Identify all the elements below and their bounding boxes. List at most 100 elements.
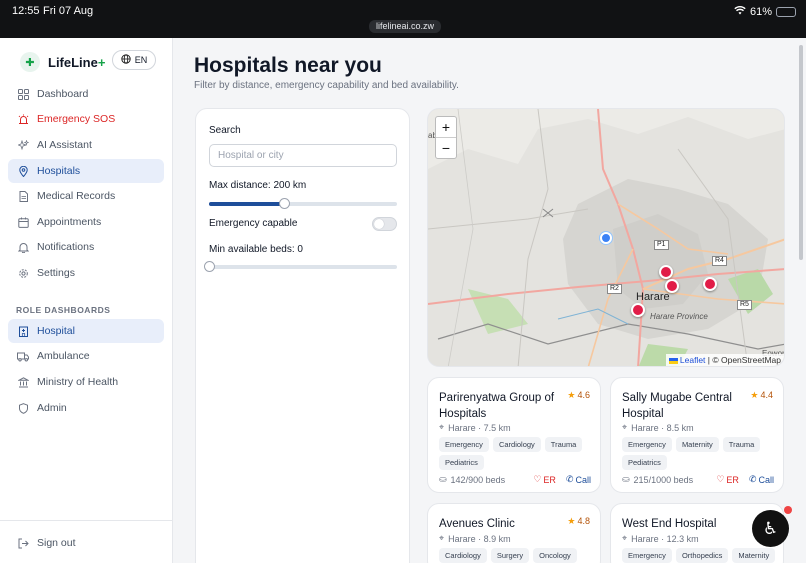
beds-slider-thumb[interactable] bbox=[204, 261, 215, 272]
sidebar-item-ambulance[interactable]: Ambulance bbox=[8, 344, 164, 368]
sidebar-item-ministry-of-health[interactable]: Ministry of Health bbox=[8, 370, 164, 394]
map-pin-icon: ⌖ bbox=[622, 422, 628, 432]
beds-available: ⛀ 142/900 beds bbox=[439, 474, 506, 485]
page-title: Hospitals near you bbox=[194, 54, 382, 77]
sidebar-item-label: Admin bbox=[37, 402, 67, 414]
hospital-marker[interactable] bbox=[659, 265, 673, 279]
sidebar-item-notifications[interactable]: Notifications bbox=[8, 235, 164, 259]
sidebar-item-label: Settings bbox=[37, 267, 75, 279]
bell-icon bbox=[17, 241, 29, 253]
hospital-marker[interactable] bbox=[631, 303, 645, 317]
hospital-location: ⌖ Harare · 8.9 km bbox=[439, 533, 511, 544]
hospital-location: ⌖ Harare · 12.3 km bbox=[622, 533, 699, 544]
map-city-label: Harare bbox=[636, 291, 670, 303]
road-label-r5: R5 bbox=[737, 300, 752, 310]
sidebar-item-label: Ministry of Health bbox=[37, 376, 119, 388]
toggle-knob bbox=[374, 219, 384, 229]
osm-attribution[interactable]: © OpenStreetMap bbox=[712, 355, 781, 365]
building-icon bbox=[17, 325, 29, 337]
logout-icon bbox=[17, 537, 29, 549]
landmark-icon bbox=[17, 376, 29, 388]
er-badge: ♡ ER bbox=[533, 474, 556, 485]
sign-out-label: Sign out bbox=[37, 537, 76, 549]
truck-icon bbox=[17, 350, 29, 362]
sidebar-item-label: Notifications bbox=[37, 241, 95, 253]
call-button[interactable]: ✆ Call bbox=[566, 474, 591, 485]
sidebar-item-label: AI Assistant bbox=[37, 139, 92, 151]
specialty-tag: Oncology bbox=[533, 548, 577, 563]
emergency-toggle[interactable] bbox=[372, 217, 397, 231]
star-icon: ★ bbox=[567, 516, 576, 526]
search-input[interactable] bbox=[209, 144, 397, 167]
distance-slider-thumb[interactable] bbox=[279, 198, 291, 209]
sidebar-item-label: Medical Records bbox=[37, 190, 116, 202]
road-label-p1: P1 bbox=[654, 240, 669, 250]
zoom-out-button[interactable]: − bbox=[436, 137, 456, 157]
distance-slider[interactable] bbox=[209, 198, 397, 209]
hospital-name: Avenues Clinic bbox=[439, 518, 515, 530]
beds-label: Min available beds: 0 bbox=[209, 244, 303, 255]
road-label-r2: R2 bbox=[607, 284, 622, 294]
hospital-card[interactable]: Sally Mugabe Central Hospital ★ 4.4 ⌖ Hara… bbox=[610, 377, 784, 493]
sign-out-button[interactable]: Sign out bbox=[8, 531, 164, 555]
emergency-label: Emergency capable bbox=[209, 218, 298, 229]
sidebar-item-emergency-sos[interactable]: Emergency SOS bbox=[8, 107, 164, 131]
phone-icon: ✆ bbox=[565, 474, 574, 484]
accessibility-button[interactable]: ♿ bbox=[752, 510, 789, 547]
sidebar-item-settings[interactable]: Settings bbox=[8, 261, 164, 285]
language-button[interactable]: EN bbox=[112, 50, 156, 70]
ukraine-flag-icon bbox=[668, 357, 678, 364]
hospital-rating: ★ 4.4 bbox=[750, 390, 773, 400]
hospital-rating: ★ 4.6 bbox=[567, 390, 590, 400]
bed-icon: ⛀ bbox=[439, 474, 447, 484]
phone-icon: ✆ bbox=[748, 474, 757, 484]
page-scrollbar[interactable] bbox=[799, 45, 803, 260]
hospital-location: ⌖ Harare · 7.5 km bbox=[439, 422, 511, 433]
specialty-tags: Cardiology Surgery Oncology bbox=[439, 548, 594, 563]
accessibility-icon: ♿ bbox=[762, 518, 779, 538]
hospital-card[interactable]: Avenues Clinic ★ 4.8 ⌖ Harare · 8.9 km Car… bbox=[427, 503, 601, 563]
call-button[interactable]: ✆ Call bbox=[749, 474, 774, 485]
siren-icon bbox=[17, 113, 29, 125]
map-pin-icon bbox=[17, 165, 29, 177]
sidebar-item-dashboard[interactable]: Dashboard bbox=[8, 82, 164, 106]
hospital-name: Sally Mugabe Central Hospital bbox=[622, 392, 732, 420]
hospital-location: ⌖ Harare · 8.5 km bbox=[622, 422, 694, 433]
hospital-name: West End Hospital bbox=[622, 518, 717, 530]
sidebar-item-admin[interactable]: Admin bbox=[8, 396, 164, 420]
address-bar[interactable]: lifelineai.co.zw bbox=[369, 20, 442, 33]
sidebar-item-medical-records[interactable]: Medical Records bbox=[8, 184, 164, 208]
search-label: Search bbox=[209, 125, 241, 136]
sidebar-divider bbox=[0, 520, 172, 521]
user-location-marker bbox=[600, 232, 612, 244]
sidebar-item-hospital-dashboard[interactable]: Hospital bbox=[8, 319, 164, 343]
specialty-tag: Emergency bbox=[622, 437, 672, 452]
sidebar-item-hospitals[interactable]: Hospitals bbox=[8, 159, 164, 183]
sidebar-item-label: Dashboard bbox=[37, 88, 89, 100]
hospital-marker[interactable] bbox=[703, 277, 717, 291]
sidebar-item-ai-assistant[interactable]: AI Assistant bbox=[8, 133, 164, 157]
brand[interactable]: ✚ LifeLine+ bbox=[20, 52, 105, 72]
beds-slider[interactable] bbox=[204, 261, 397, 272]
hospital-marker[interactable] bbox=[665, 279, 679, 293]
lifeline-logo-icon: ✚ bbox=[20, 52, 40, 72]
leaflet-link[interactable]: Leaflet bbox=[680, 355, 706, 365]
zoom-in-button[interactable]: + bbox=[436, 117, 456, 137]
hospital-name: Parirenyatwa Group of Hospitals bbox=[439, 392, 555, 420]
status-date: Fri 07 Aug bbox=[43, 5, 94, 17]
specialty-tags: Emergency Maternity Trauma Pediatrics bbox=[622, 437, 777, 470]
filter-panel: Search Max distance: 200 km Emergency ca… bbox=[195, 108, 410, 563]
map-pin-icon: ⌖ bbox=[439, 422, 445, 432]
map-pin-icon: ⌖ bbox=[439, 533, 445, 543]
hospital-map[interactable]: Harare Harare Province P1 R4 R2 R5 ab Eo… bbox=[427, 108, 785, 367]
sidebar-item-appointments[interactable]: Appointments bbox=[8, 210, 164, 234]
er-badge: ♡ ER bbox=[716, 474, 739, 485]
beds-available: ⛀ 215/1000 beds bbox=[622, 474, 694, 485]
specialty-tag: Emergency bbox=[439, 437, 489, 452]
specialty-tags: Emergency Cardiology Trauma Pediatrics bbox=[439, 437, 594, 470]
hospital-card[interactable]: Parirenyatwa Group of Hospitals ★ 4.6 ⌖ Ha… bbox=[427, 377, 601, 493]
wifi-icon bbox=[734, 5, 746, 18]
specialty-tag: Maternity bbox=[675, 437, 719, 452]
shield-icon bbox=[17, 402, 29, 414]
map-attribution: Leaflet | © OpenStreetMap bbox=[665, 354, 784, 366]
